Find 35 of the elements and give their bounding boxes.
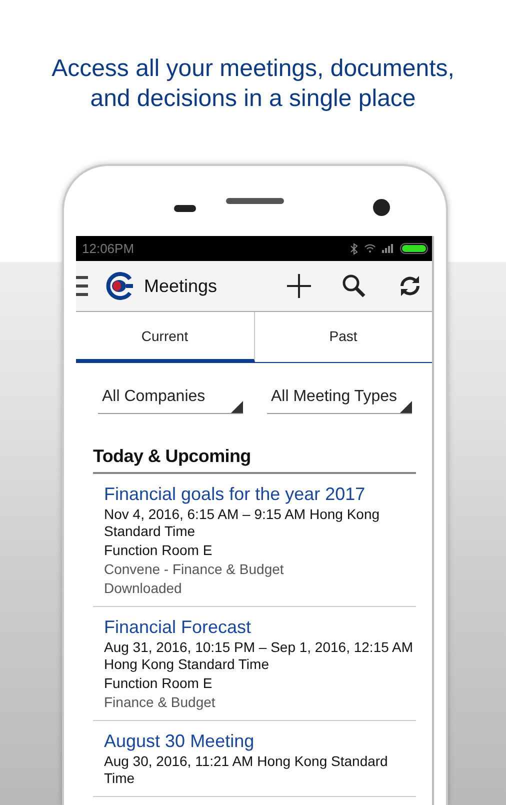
- headline: Access all your meetings, documents, and decisions in a single place: [50, 54, 456, 114]
- search-icon[interactable]: [342, 274, 366, 298]
- meeting-title[interactable]: August 30 Meeting: [104, 730, 416, 752]
- meeting-time: Aug 30, 2016, 11:21 AM Hong Kong Standard Time: [104, 753, 389, 787]
- meeting-group: Finance & Budget: [104, 694, 416, 711]
- dropdown-corner-icon: [400, 401, 412, 413]
- meeting-time: Nov 4, 2016, 6:15 AM – 9:15 AM Hong Kong Standard Time: [104, 506, 381, 540]
- camera-icon: [373, 199, 390, 216]
- bluetooth-icon: [350, 242, 358, 254]
- filter-dropdown[interactable]: All Companies: [98, 381, 243, 414]
- meeting-item[interactable]: Financial goals for the year 2017 Nov 4, 2016, 6:15 AM – 9:15 AM Hong Kong Standard Time Function Room E Convene - Finance & Budget Downloaded: [93, 474, 416, 607]
- meeting-location: Function Room E: [104, 675, 214, 692]
- meeting-title[interactable]: Financial Forecast: [104, 616, 416, 638]
- dropdown-corner-icon: [231, 401, 243, 413]
- meeting-status: Downloaded: [104, 580, 183, 597]
- section-heading: Today & Upcoming: [93, 446, 416, 474]
- wifi-icon: [364, 244, 376, 253]
- meeting-title[interactable]: Financial goals for the year 2017: [104, 483, 416, 505]
- app-title: Meetings: [144, 276, 218, 296]
- meeting-location: Function Room E: [104, 542, 214, 559]
- meeting-group: Convene - Finance & Budget: [104, 561, 416, 578]
- signal-icon: [382, 244, 394, 253]
- filter-dropdown[interactable]: All Meeting Types: [267, 381, 412, 414]
- meeting-time: Aug 31, 2016, 10:15 PM – Sep 1, 2016, 12:15 AM Hong Kong Standard Time: [104, 639, 414, 673]
- menu-icon[interactable]: [76, 274, 90, 298]
- refresh-icon[interactable]: [398, 274, 422, 298]
- status-time: 12:06PM: [82, 241, 136, 256]
- sensor-icon: [174, 205, 196, 212]
- speaker-icon: [226, 198, 284, 204]
- logo-icon: [104, 271, 134, 301]
- add-icon[interactable]: [286, 273, 312, 299]
- meeting-item[interactable]: August 30 Meeting Aug 30, 2016, 11:21 AM Hong Kong Standard Time: [93, 721, 416, 797]
- meeting-item[interactable]: Financial Forecast Aug 31, 2016, 10:15 PM – Sep 1, 2016, 12:15 AM Hong Kong Standard Time Function Room E Finance & Budget: [93, 607, 416, 721]
- tab[interactable]: Current: [76, 312, 254, 362]
- battery-icon: [400, 243, 428, 254]
